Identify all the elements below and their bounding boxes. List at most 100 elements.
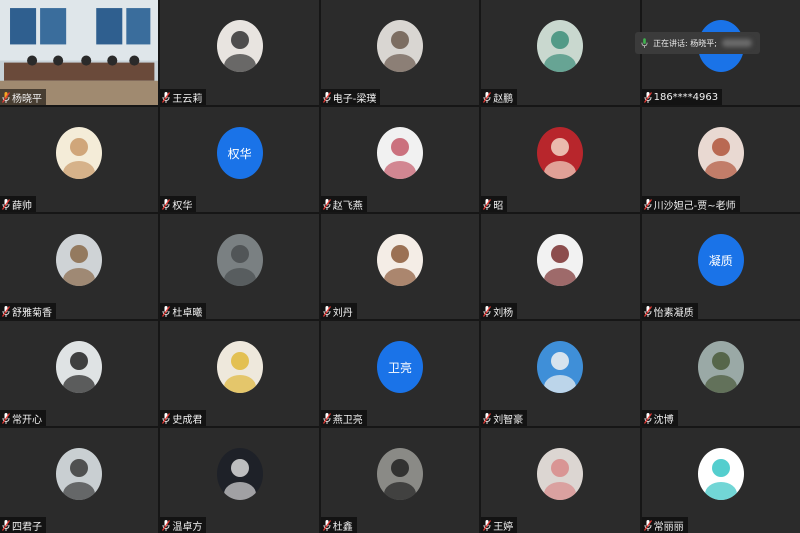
participant-name: 燕卫亮 bbox=[332, 414, 363, 426]
participant-tile[interactable]: 杨晓平 bbox=[0, 0, 159, 105]
beach-dancer-avatar bbox=[56, 234, 103, 287]
participant-tile[interactable]: 赵鹏 bbox=[481, 0, 640, 105]
cartoon-girl-avatar bbox=[376, 234, 423, 287]
participant-name-bar: 权华 bbox=[160, 196, 197, 212]
participant-name-bar: 刘杨 bbox=[481, 303, 518, 319]
participant-name-bar: 川沙妲己-贾~老师 bbox=[641, 196, 740, 212]
participant-tile[interactable]: 卫亮燕卫亮 bbox=[320, 321, 480, 426]
family-cartoon-avatar bbox=[376, 127, 423, 180]
avatar-text: 凝质 bbox=[708, 253, 733, 268]
sunset-silhouette-avatar bbox=[376, 448, 423, 501]
avatar-text: 权华 bbox=[227, 146, 252, 161]
jumping-person-avatar bbox=[56, 341, 103, 394]
participant-name-bar: 昭 bbox=[481, 196, 508, 212]
participant-tile[interactable]: 昭 bbox=[481, 107, 640, 212]
participant-name: 杜卓曦 bbox=[172, 307, 203, 319]
participant-tile[interactable]: 杜卓曦 bbox=[160, 214, 319, 319]
participant-name: 186****4963 bbox=[653, 91, 719, 103]
participant-tile[interactable]: 凝质怡素凝质 bbox=[641, 214, 800, 319]
participant-tile[interactable]: 薛帅 bbox=[0, 107, 159, 212]
toy-figure-avatar bbox=[537, 448, 584, 501]
participant-name-bar: 温卓方 bbox=[160, 517, 207, 533]
microphone-muted-icon bbox=[322, 305, 331, 317]
dark-photo-avatar bbox=[216, 448, 263, 501]
participant-name: 常开心 bbox=[12, 414, 42, 426]
great-wall-avatar bbox=[697, 341, 744, 394]
microphone-muted-icon bbox=[643, 519, 652, 531]
participant-name-bar: 杜卓曦 bbox=[160, 303, 207, 319]
participant-name: 王婷 bbox=[493, 521, 514, 533]
participant-name: 刘智豪 bbox=[493, 414, 524, 426]
microphone-muted-icon bbox=[2, 198, 10, 210]
microphone-muted-icon bbox=[643, 305, 652, 317]
participant-tile[interactable]: 电子-梁璞 bbox=[320, 0, 480, 105]
participant-name-bar: 赵飞燕 bbox=[320, 196, 367, 212]
green-illustration-avatar bbox=[537, 20, 584, 73]
participant-name: 王云莉 bbox=[172, 93, 203, 105]
participant-tile[interactable]: 常丽丽 bbox=[641, 428, 800, 533]
microphone-muted-icon bbox=[162, 198, 171, 210]
participant-name-bar: 怡素凝质 bbox=[641, 303, 698, 319]
participant-name-bar: 赵鹏 bbox=[481, 89, 518, 105]
microphone-icon bbox=[641, 38, 648, 48]
participant-name-bar: 杨晓平 bbox=[0, 89, 46, 105]
participant-name-bar: 186****4963 bbox=[641, 89, 723, 105]
participant-name: 昭 bbox=[493, 200, 504, 212]
sculpture-avatar bbox=[56, 448, 103, 501]
woman-portrait-avatar bbox=[697, 127, 744, 180]
participant-tile[interactable]: 权华 权华 bbox=[160, 107, 319, 212]
microphone-muted-icon bbox=[162, 519, 171, 531]
participant-name: 常丽丽 bbox=[653, 521, 684, 533]
microphone-muted-icon bbox=[2, 91, 10, 103]
participant-name: 史成君 bbox=[172, 414, 203, 426]
participant-tile[interactable]: 川沙妲己-贾~老师 bbox=[641, 107, 800, 212]
participant-tile[interactable]: 王婷 bbox=[481, 428, 640, 533]
microphone-muted-icon bbox=[322, 519, 331, 531]
participant-tile[interactable]: 赵飞燕 bbox=[320, 107, 480, 212]
participant-tile[interactable]: 四君子 bbox=[0, 428, 159, 533]
participant-tile[interactable]: 舒雅菊香 bbox=[0, 214, 159, 319]
participant-tile[interactable]: 温卓方 bbox=[160, 428, 319, 533]
participant-name: 刘杨 bbox=[493, 307, 514, 319]
microphone-muted-icon bbox=[483, 412, 492, 424]
microphone-muted-icon bbox=[2, 412, 10, 424]
participant-tile[interactable]: 刘丹 bbox=[320, 214, 480, 319]
participant-name: 四君子 bbox=[12, 521, 42, 533]
participant-name-bar: 电子-梁璞 bbox=[320, 89, 381, 105]
participant-tile[interactable]: 刘智豪 bbox=[481, 321, 640, 426]
microphone-muted-icon bbox=[483, 91, 492, 103]
participant-name: 沈博 bbox=[653, 414, 674, 426]
participant-name: 舒雅菊香 bbox=[12, 307, 52, 319]
microphone-muted-icon bbox=[162, 412, 171, 424]
microphone-muted-icon bbox=[162, 305, 171, 317]
text-avatar: 凝质 bbox=[697, 234, 744, 287]
teal-drop-avatar bbox=[697, 448, 744, 501]
participant-name-bar: 沈博 bbox=[641, 410, 678, 426]
participant-name: 杜鑫 bbox=[332, 521, 353, 533]
speaking-label: 正在讲话: 杨晓平; bbox=[653, 38, 717, 48]
microphone-muted-icon bbox=[643, 198, 652, 210]
participant-name: 怡素凝质 bbox=[653, 307, 694, 319]
cartoon-pineapple-avatar bbox=[216, 341, 263, 394]
participant-name-bar: 王云莉 bbox=[160, 89, 207, 105]
participant-tile[interactable]: 沈博 bbox=[641, 321, 800, 426]
participant-name: 薛帅 bbox=[12, 200, 32, 212]
gray-landscape-avatar bbox=[216, 234, 263, 287]
microphone-muted-icon bbox=[483, 519, 492, 531]
participant-name-bar: 刘智豪 bbox=[481, 410, 528, 426]
participant-tile[interactable]: 杜鑫 bbox=[320, 428, 480, 533]
speaking-indicator: 正在讲话: 杨晓平; bbox=[635, 32, 760, 54]
microphone-muted-icon bbox=[162, 91, 171, 103]
text-avatar: 卫亮 bbox=[376, 341, 423, 394]
participant-name: 电子-梁璞 bbox=[332, 93, 377, 105]
participant-name-bar: 刘丹 bbox=[320, 303, 357, 319]
participant-name: 赵鹏 bbox=[493, 93, 514, 105]
participant-name-bar: 燕卫亮 bbox=[320, 410, 367, 426]
participant-tile[interactable]: 刘杨 bbox=[481, 214, 640, 319]
participant-name: 川沙妲己-贾~老师 bbox=[653, 200, 736, 212]
participant-tile[interactable]: 史成君 bbox=[160, 321, 319, 426]
participant-name-bar: 薛帅 bbox=[0, 196, 36, 212]
participant-name-bar: 常丽丽 bbox=[641, 517, 688, 533]
participant-tile[interactable]: 王云莉 bbox=[160, 0, 319, 105]
participant-tile[interactable]: 常开心 bbox=[0, 321, 159, 426]
